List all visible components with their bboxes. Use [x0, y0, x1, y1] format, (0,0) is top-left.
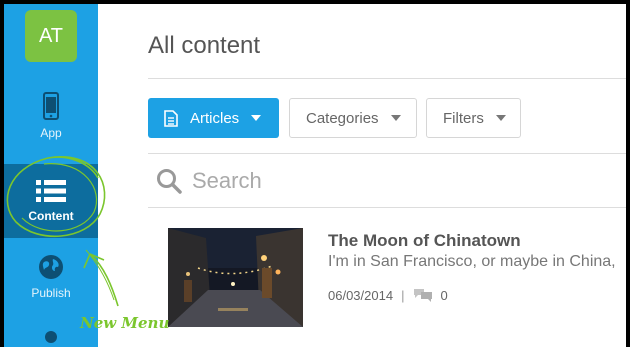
sidebar-item-label: Publish [31, 286, 71, 300]
document-icon [164, 109, 178, 127]
sidebar-item-app[interactable]: App [4, 88, 98, 158]
chevron-down-icon [390, 115, 401, 121]
sidebar: AT App Content Publish [4, 4, 98, 347]
window-frame: AT App Content Publish All content Artic… [0, 0, 630, 347]
user-icon [45, 331, 57, 343]
divider [148, 153, 626, 154]
articles-dropdown-button[interactable]: Articles [148, 98, 279, 138]
avatar[interactable]: AT [25, 10, 77, 62]
sidebar-item-content[interactable]: Content [4, 164, 98, 238]
article-meta: 06/03/2014 | 0 [328, 287, 448, 303]
meta-separator: | [401, 287, 405, 303]
sidebar-item-label: App [40, 126, 62, 140]
article-thumbnail[interactable] [168, 228, 303, 327]
filters-label: Filters [443, 109, 484, 127]
comments-icon [414, 289, 433, 302]
article-excerpt: I'm in San Francisco, or maybe in China, [328, 253, 616, 270]
article-title[interactable]: The Moon of Chinatown [328, 231, 521, 251]
categories-label: Categories [306, 109, 379, 127]
list-icon [36, 180, 66, 202]
categories-dropdown-button[interactable]: Categories [289, 98, 417, 138]
main-panel: All content Articles Categories Filters [98, 4, 626, 347]
sidebar-item-more[interactable] [4, 330, 98, 347]
new-menu-annotation: New Menu [80, 314, 170, 332]
page-title: All content [148, 32, 261, 59]
search-bar [156, 164, 492, 198]
sidebar-item-label: Content [28, 209, 74, 223]
articles-label: Articles [190, 109, 240, 127]
chevron-down-icon [495, 115, 506, 121]
street-night-image [168, 228, 303, 327]
search-input[interactable] [192, 168, 492, 194]
sidebar-item-publish[interactable]: Publish [4, 254, 98, 314]
globe-icon [39, 255, 63, 279]
comments-count[interactable]: 0 [440, 288, 447, 303]
search-icon [157, 169, 182, 194]
divider [148, 78, 626, 79]
article-date: 06/03/2014 [328, 287, 394, 303]
divider [148, 207, 626, 208]
filters-dropdown-button[interactable]: Filters [426, 98, 521, 138]
phone-icon [43, 92, 59, 120]
chevron-down-icon [251, 115, 262, 121]
